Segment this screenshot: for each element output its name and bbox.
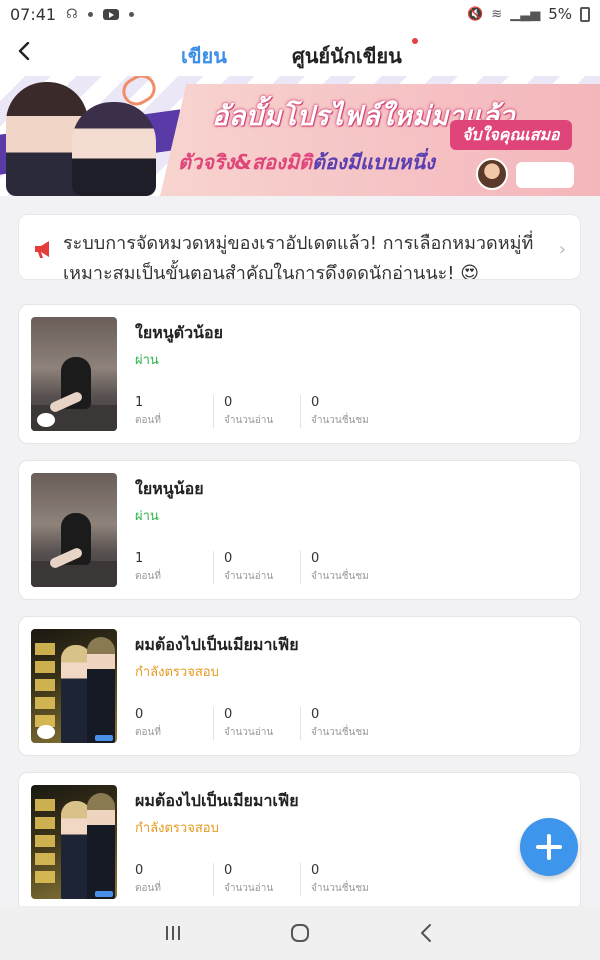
notification-icon: ☊ — [66, 6, 78, 22]
system-back-button[interactable] — [407, 913, 447, 953]
story-title: ผมต้องไปเป็นเมียมาเฟีย — [135, 635, 299, 654]
likes-label: จำนวนชื่นชม — [311, 727, 369, 738]
banner-badge: จับใจคุณเสมอ — [450, 120, 572, 150]
reads-label: จำนวนอ่าน — [224, 883, 274, 894]
story-card[interactable]: ผมต้องไปเป็นเมียมาเฟีย กำลังตรวจสอบ 0 ตอน… — [18, 772, 581, 912]
likes-label: จำนวนชื่นชม — [311, 415, 369, 426]
reads-label: จำนวนอ่าน — [224, 571, 274, 582]
system-nav-bar — [0, 906, 600, 960]
reads-count: 0 — [224, 863, 233, 878]
comment-icon — [37, 413, 55, 427]
notice-text: ระบบการจัดหมวดหมู่ของเราอัปเดตแล้ว! การเ… — [63, 233, 534, 280]
banner-subtitle-part1: ตัวจริง&สองมิติ — [178, 150, 313, 174]
back-arrow-icon — [18, 42, 30, 60]
episodes-count: 1 — [135, 395, 144, 410]
story-card[interactable]: ใยหนูตัวน้อย ผ่าน 1 ตอนที่ 0 จำนวนอ่าน 0 จำ… — [18, 304, 581, 444]
reads-count: 0 — [224, 551, 233, 566]
top-nav: เขียน ศูนย์นักเขียน — [0, 28, 600, 80]
episodes-count: 0 — [135, 863, 144, 878]
wifi-icon: ≋ — [491, 6, 503, 22]
chevron-left-icon — [420, 924, 431, 942]
story-title: ผมต้องไปเป็นเมียมาเฟีย — [135, 791, 299, 810]
episodes-count: 1 — [135, 551, 144, 566]
add-story-button[interactable] — [520, 818, 578, 876]
tab-write[interactable]: เขียน — [181, 40, 227, 80]
notification-dot-icon — [128, 11, 134, 17]
promo-banner[interactable]: อัลบั้มโปรไฟล์ใหม่มาแล้ว ตัวจริง&สองมิติ… — [0, 76, 600, 196]
story-status: ผ่าน — [135, 509, 159, 524]
banner-subtitle-part2: ต้องมีแบบหนึ่ง — [312, 150, 435, 174]
reads-count: 0 — [224, 395, 233, 410]
megaphone-icon — [35, 241, 49, 258]
likes-count: 0 — [311, 863, 320, 878]
youtube-icon — [102, 8, 119, 20]
story-title: ใยหนูน้อย — [135, 479, 204, 498]
home-icon — [290, 924, 309, 942]
story-status: ผ่าน — [135, 353, 159, 368]
signal-icon: ▁▃▅ — [510, 6, 541, 22]
story-stats: 0 ตอนที่ 0 จำนวนอ่าน 0 จำนวนชื่นชม — [135, 863, 400, 896]
status-time: 07:41 — [10, 4, 57, 24]
likes-label: จำนวนชื่นชม — [311, 883, 369, 894]
reads-label: จำนวนอ่าน — [224, 727, 274, 738]
story-cover — [31, 629, 117, 743]
story-cover — [31, 785, 117, 899]
reads-count: 0 — [224, 707, 233, 722]
story-title: ใยหนูตัวน้อย — [135, 323, 223, 342]
story-cover — [31, 317, 117, 431]
story-stats: 1 ตอนที่ 0 จำนวนอ่าน 0 จำนวนชื่นชม — [135, 551, 400, 584]
banner-label-box — [516, 162, 574, 188]
episodes-count: 0 — [135, 707, 144, 722]
notification-dot-icon — [87, 11, 93, 17]
plus-icon — [536, 834, 562, 860]
story-card[interactable]: ผมต้องไปเป็นเมียมาเฟีย กำลังตรวจสอบ 0 ตอน… — [18, 616, 581, 756]
recent-apps-button[interactable] — [153, 913, 193, 953]
likes-count: 0 — [311, 395, 320, 410]
episodes-label: ตอนที่ — [135, 571, 161, 582]
tab-writer-center[interactable]: ศูนย์นักเขียน — [292, 40, 402, 72]
story-status: กำลังตรวจสอบ — [135, 821, 219, 836]
mute-icon: 🔇 — [467, 6, 484, 22]
banner-avatar — [476, 158, 508, 190]
notification-badge — [412, 38, 418, 44]
story-stats: 1 ตอนที่ 0 จำนวนอ่าน 0 จำนวนชื่นชม — [135, 395, 400, 428]
battery-icon — [580, 6, 590, 22]
status-bar: 07:41 ☊ 🔇 ≋ ▁▃▅ 5% — [0, 0, 600, 28]
story-stats: 0 ตอนที่ 0 จำนวนอ่าน 0 จำนวนชื่นชม — [135, 707, 400, 740]
story-status: กำลังตรวจสอบ — [135, 665, 219, 680]
story-card[interactable]: ใยหนูน้อย ผ่าน 1 ตอนที่ 0 จำนวนอ่าน 0 จำนวน… — [18, 460, 581, 600]
comment-icon — [37, 725, 55, 739]
episodes-label: ตอนที่ — [135, 883, 161, 894]
likes-label: จำนวนชื่นชม — [311, 571, 369, 582]
episodes-label: ตอนที่ — [135, 415, 161, 426]
likes-count: 0 — [311, 707, 320, 722]
story-cover — [31, 473, 117, 587]
chevron-right-icon: › — [558, 239, 566, 260]
battery-level: 5% — [548, 5, 572, 23]
recent-apps-icon — [166, 926, 181, 940]
episodes-label: ตอนที่ — [135, 727, 161, 738]
home-button[interactable] — [280, 913, 320, 953]
notice-card[interactable]: ระบบการจัดหมวดหมู่ของเราอัปเดตแล้ว! การเ… — [18, 214, 581, 280]
banner-character-female — [72, 102, 156, 196]
banner-subtitle: ตัวจริง&สองมิติต้องมีแบบหนึ่ง — [178, 146, 435, 178]
back-button[interactable] — [12, 38, 38, 64]
likes-count: 0 — [311, 551, 320, 566]
reads-label: จำนวนอ่าน — [224, 415, 274, 426]
